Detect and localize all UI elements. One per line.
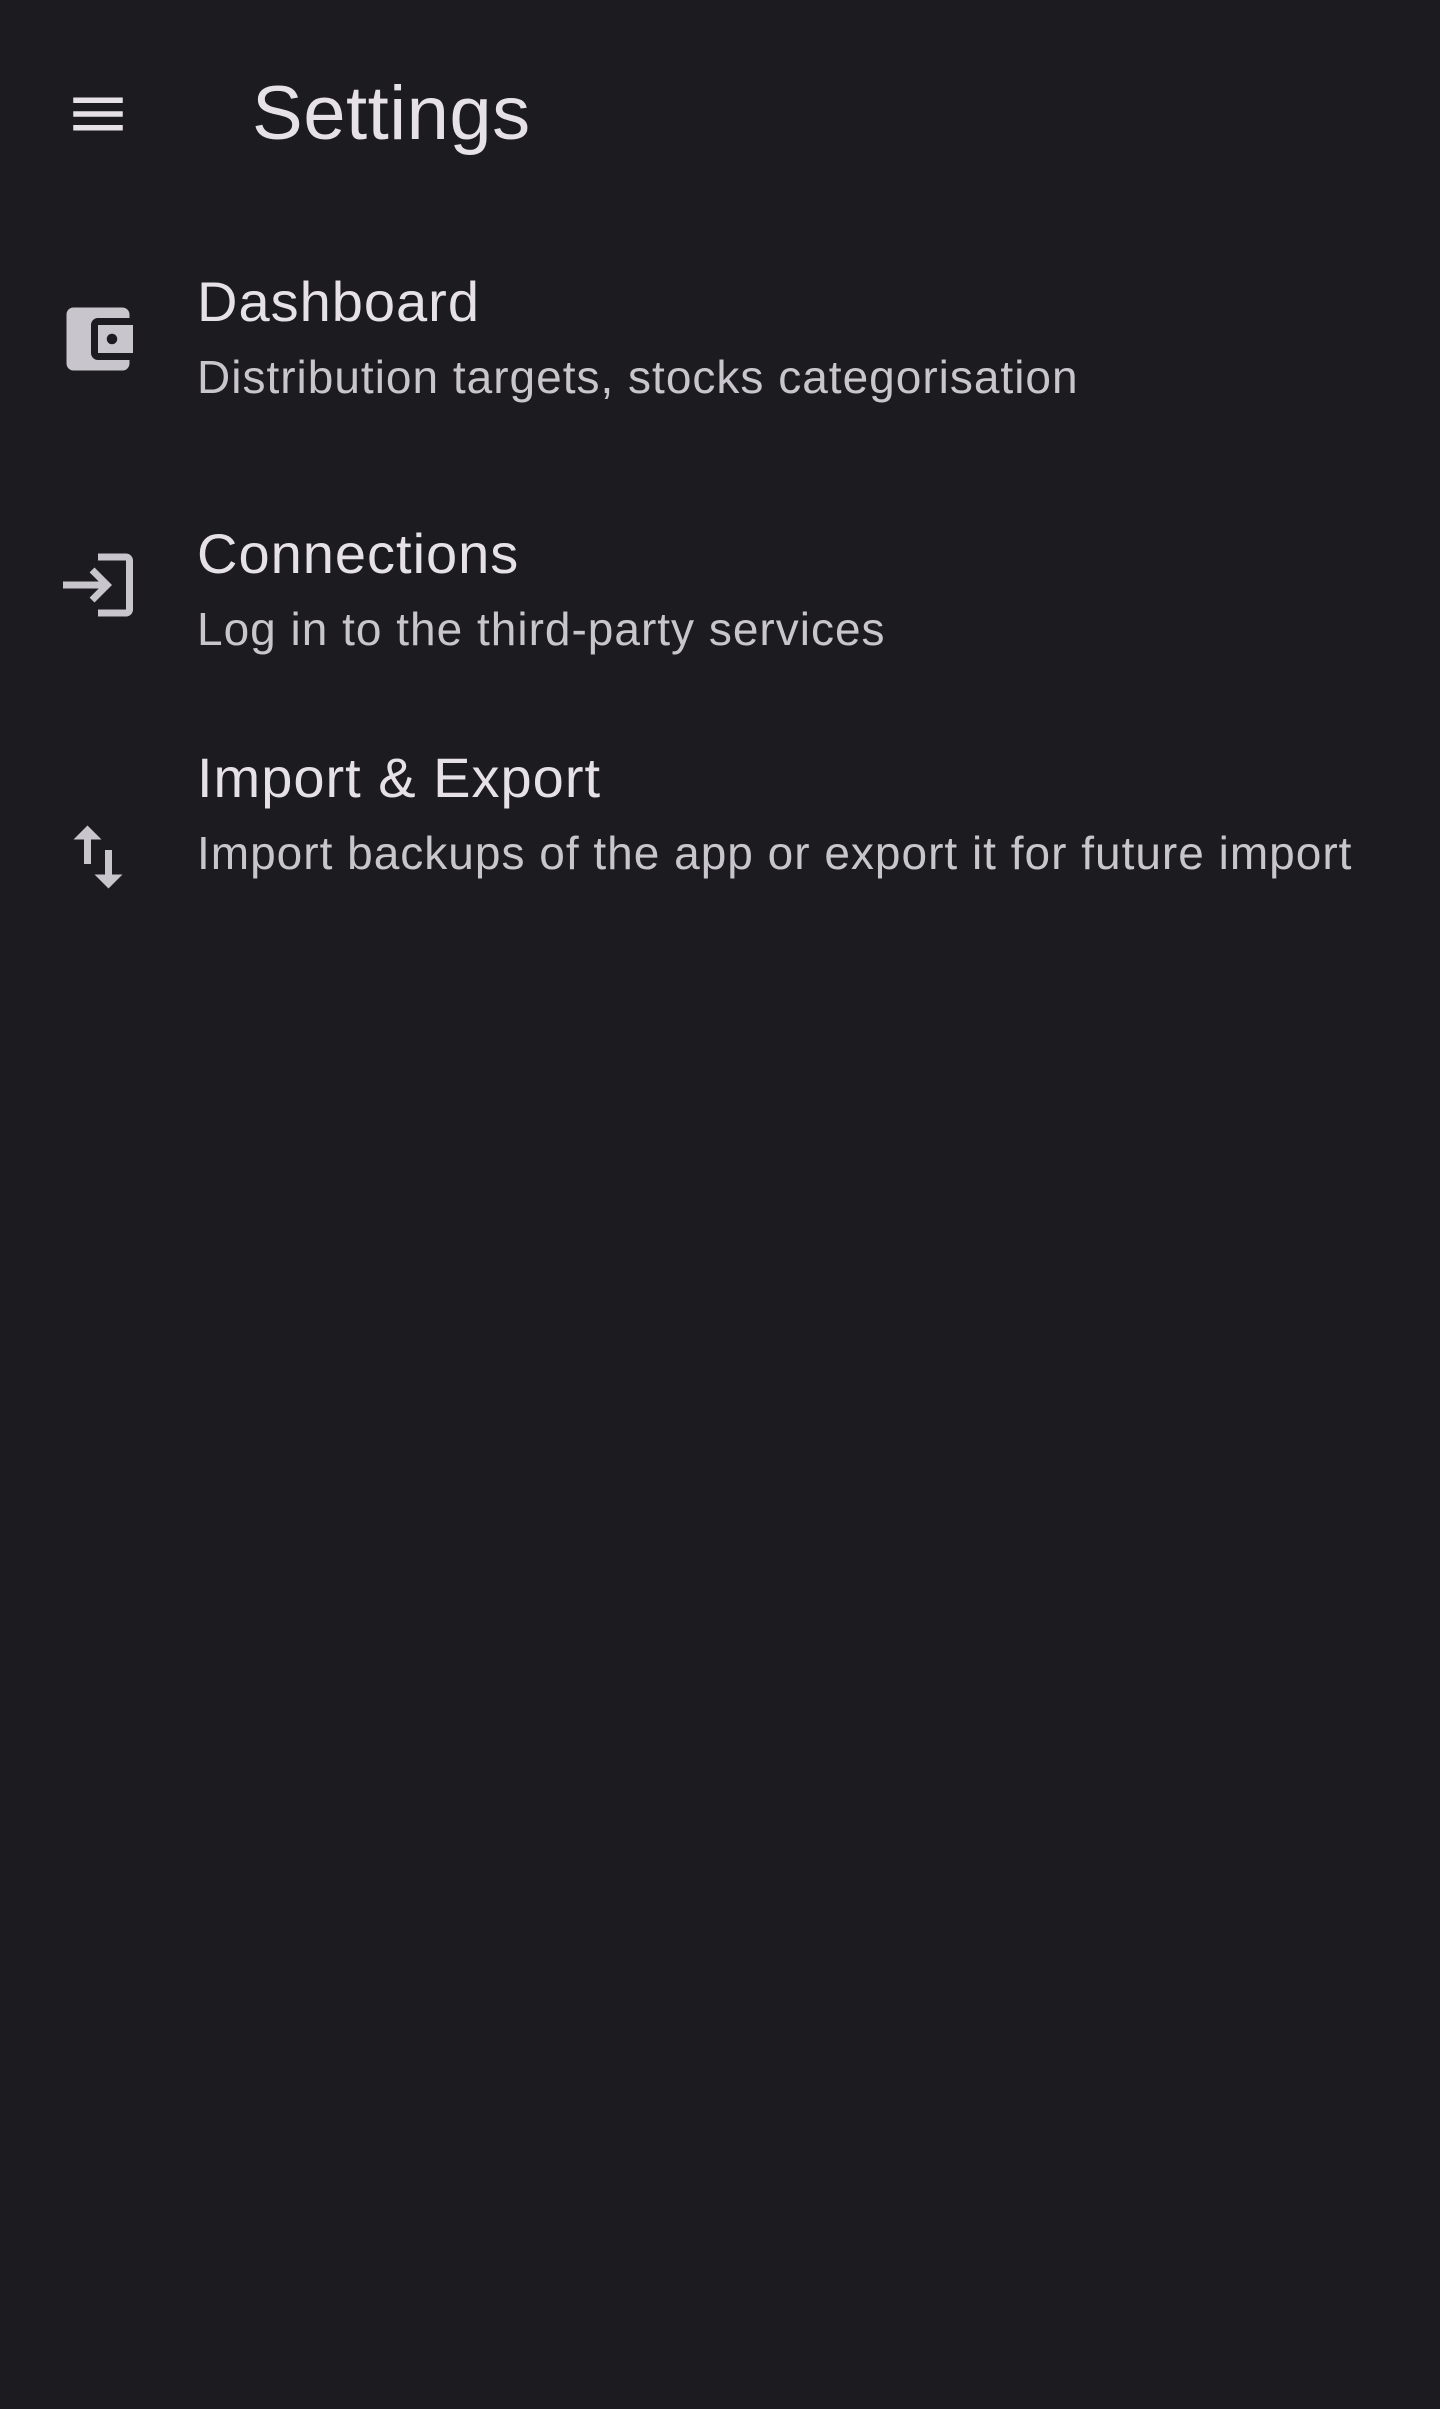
wallet-icon	[56, 297, 140, 381]
settings-item-subtitle: Import backups of the app or export it f…	[197, 827, 1353, 879]
login-icon	[56, 543, 140, 627]
menu-icon	[73, 97, 123, 131]
settings-item-connections[interactable]: Connections Log in to the third-party se…	[0, 492, 1440, 724]
settings-item-text: Import & Export Import backups of the ap…	[197, 738, 1360, 888]
settings-item-title: Dashboard	[197, 270, 480, 333]
menu-button[interactable]	[32, 48, 164, 180]
settings-item-subtitle: Log in to the third-party services	[197, 603, 886, 655]
settings-item-import-export[interactable]: Import & Export Import backups of the ap…	[0, 724, 1440, 1004]
page-title: Settings	[252, 71, 531, 156]
settings-item-subtitle: Distribution targets, stocks categorisat…	[197, 351, 1079, 403]
settings-item-dashboard[interactable]: Dashboard Distribution targets, stocks c…	[0, 240, 1440, 492]
settings-screen: Settings Dashboard Distribution targets,…	[0, 0, 1440, 2409]
settings-item-title: Import & Export	[197, 746, 602, 809]
settings-item-title: Connections	[197, 522, 520, 585]
import-export-icon	[56, 815, 140, 899]
settings-list: Dashboard Distribution targets, stocks c…	[0, 240, 1440, 1004]
top-app-bar: Settings	[0, 0, 1440, 226]
settings-item-text: Connections Log in to the third-party se…	[197, 514, 1360, 664]
settings-item-text: Dashboard Distribution targets, stocks c…	[197, 262, 1360, 412]
